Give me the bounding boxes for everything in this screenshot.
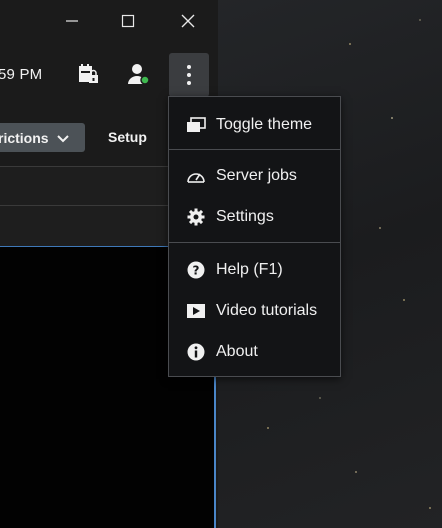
menu-item-toggle-theme[interactable]: Toggle theme [169, 109, 340, 141]
menu-divider [169, 149, 340, 150]
menu-item-label: Server jobs [216, 167, 297, 184]
chevron-down-icon [56, 130, 69, 146]
calendar-lock-button[interactable] [76, 63, 100, 90]
title-bar [0, 0, 218, 46]
more-options-button[interactable] [169, 53, 209, 97]
menu-item-label: Settings [216, 208, 274, 225]
gear-icon [185, 207, 207, 227]
user-status-icon [127, 62, 151, 91]
maximize-icon [121, 14, 135, 33]
menu-item-help[interactable]: ? Help (F1) [169, 254, 340, 286]
minimize-button[interactable] [56, 8, 88, 38]
close-button[interactable] [172, 8, 204, 38]
setup-tab[interactable]: Setup [108, 129, 147, 145]
menu-divider [169, 242, 340, 243]
svg-text:?: ? [193, 264, 200, 278]
user-status-button[interactable] [126, 63, 152, 89]
maximize-button[interactable] [112, 8, 144, 38]
menu-item-server-jobs[interactable]: Server jobs [169, 160, 340, 192]
restrictions-dropdown[interactable]: rictions [0, 123, 85, 152]
video-icon [185, 301, 207, 321]
clock-text: 59 PM [0, 66, 43, 83]
menu-item-label: About [216, 343, 258, 360]
menu-item-label: Help (F1) [216, 261, 283, 278]
calendar-lock-icon [77, 63, 99, 90]
more-vertical-icon [187, 65, 191, 85]
restrictions-label: rictions [0, 129, 49, 146]
gauge-icon [185, 166, 207, 186]
more-options-menu: Toggle theme Server jobs Settings ? Help… [168, 96, 341, 377]
info-icon [185, 342, 207, 362]
close-icon [181, 14, 195, 33]
help-icon: ? [185, 260, 207, 280]
minimize-icon [65, 14, 79, 33]
menu-item-label: Toggle theme [216, 116, 313, 133]
menu-item-settings[interactable]: Settings [169, 201, 340, 233]
menu-item-video-tutorials[interactable]: Video tutorials [169, 295, 340, 327]
menu-item-label: Video tutorials [216, 302, 318, 319]
toggle-theme-icon [185, 115, 207, 135]
menu-item-about[interactable]: About [169, 336, 340, 368]
